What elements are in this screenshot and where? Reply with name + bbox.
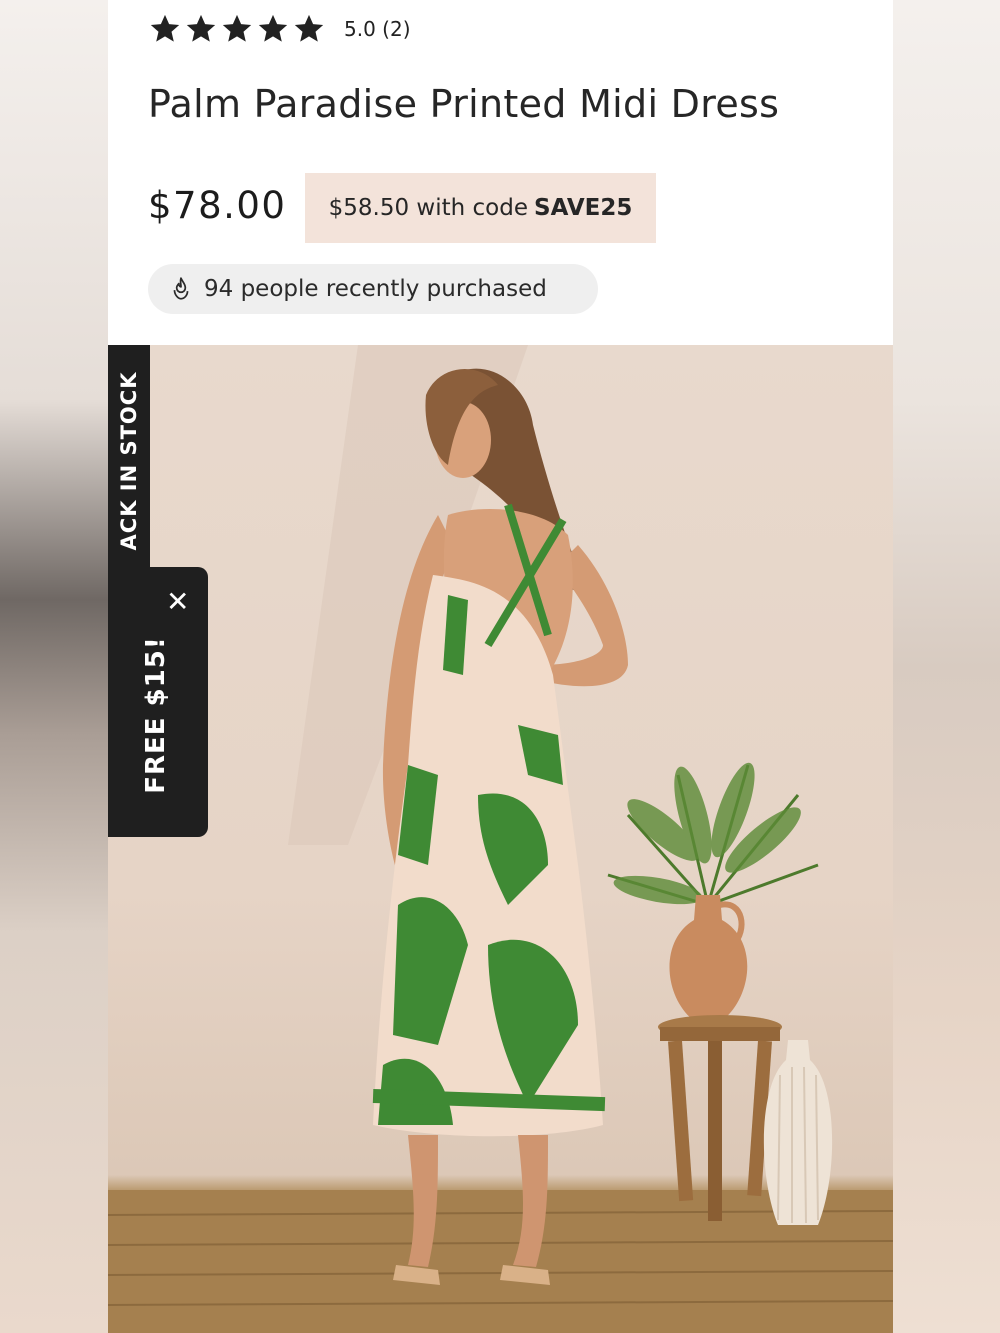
product-rating[interactable]: 5.0 (2) — [148, 12, 411, 46]
star-icon — [258, 14, 288, 42]
promo-text: $58.50 with code — [328, 195, 529, 221]
rating-score: 5.0 (2) — [344, 17, 411, 41]
close-icon[interactable]: ✕ — [166, 585, 189, 618]
social-proof-text: 94 people recently purchased — [204, 276, 547, 302]
star-icon — [222, 14, 252, 42]
free-offer-label: FREE $15! — [141, 636, 171, 794]
product-price: $78.00 — [148, 184, 287, 227]
promo-badge: $58.50 with code SAVE25 — [305, 173, 656, 243]
star-icon — [294, 14, 324, 42]
blurred-right-margin — [893, 0, 1000, 1333]
social-proof-pill: 94 people recently purchased — [148, 264, 598, 314]
flame-icon — [173, 277, 189, 300]
product-title: Palm Paradise Printed Midi Dress — [148, 82, 780, 126]
star-icon — [150, 14, 180, 42]
free-offer-tab[interactable]: ✕ FREE $15! — [108, 567, 208, 837]
star-icon — [186, 14, 216, 42]
promo-code: SAVE25 — [534, 195, 633, 221]
product-image[interactable] — [108, 345, 893, 1333]
product-page: 5.0 (2) Palm Paradise Printed Midi Dress… — [108, 0, 893, 1333]
back-in-stock-label: ACK IN STOCK — [117, 371, 141, 551]
back-in-stock-tab[interactable]: ACK IN STOCK — [108, 345, 150, 577]
dress-photo-illustration — [108, 345, 893, 1333]
blurred-left-margin — [0, 0, 108, 1333]
star-rating — [148, 12, 326, 46]
